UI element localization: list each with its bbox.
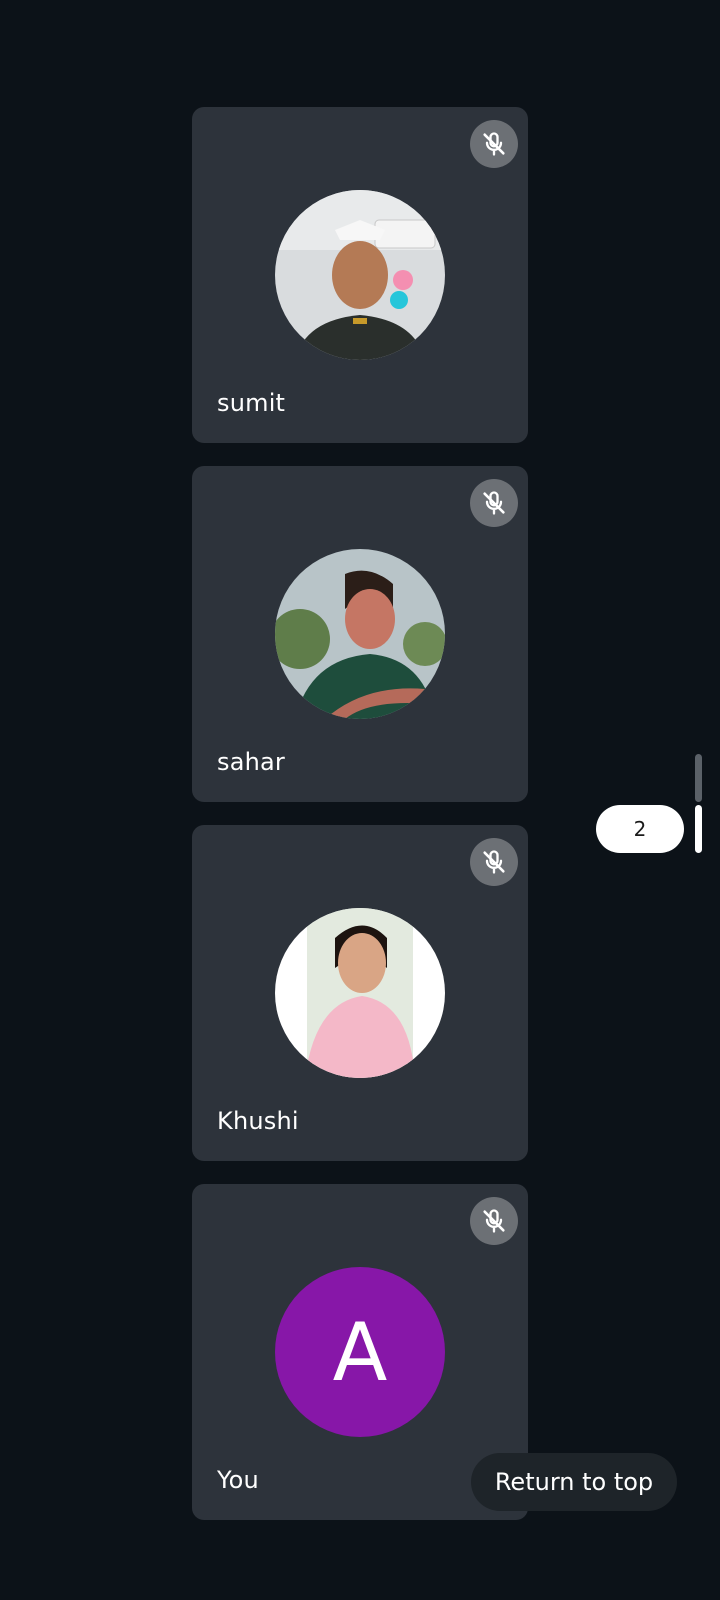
avatar	[275, 190, 445, 360]
mic-off-icon	[470, 120, 518, 168]
avatar: A	[275, 1267, 445, 1437]
participant-name: Khushi	[217, 1107, 299, 1135]
scrollbar-thumb[interactable]	[695, 805, 702, 853]
mic-off-icon	[470, 479, 518, 527]
avatar	[275, 908, 445, 1078]
participant-name: You	[217, 1466, 259, 1494]
participant-name: sahar	[217, 748, 285, 776]
participant-tile-sahar[interactable]: sahar	[192, 466, 528, 802]
page-indicator: 2	[596, 805, 684, 853]
mic-off-icon	[470, 1197, 518, 1245]
return-to-top-button[interactable]: Return to top	[471, 1453, 677, 1511]
mic-off-icon	[470, 838, 518, 886]
avatar	[275, 549, 445, 719]
participant-name: sumit	[217, 389, 286, 417]
participant-tile-khushi[interactable]: Khushi	[192, 825, 528, 1161]
participant-tile-sumit[interactable]: sumit	[192, 107, 528, 443]
scrollbar-track[interactable]	[695, 754, 702, 802]
